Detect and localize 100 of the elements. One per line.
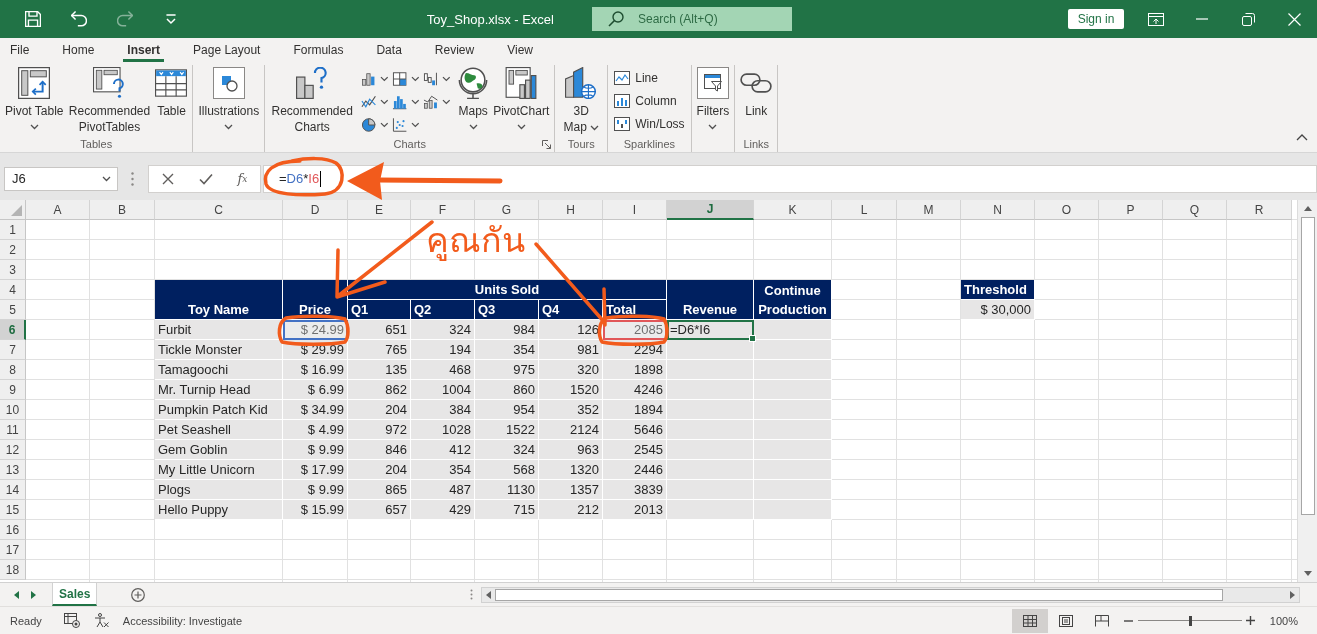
search-field[interactable]: Search (Alt+Q) xyxy=(592,7,792,31)
fill-handle[interactable] xyxy=(749,335,756,342)
table-cell: $ 6.99 xyxy=(283,380,348,400)
menu-tab[interactable]: Formulas xyxy=(289,40,348,62)
win-loss-sparkline-icon xyxy=(614,117,631,131)
triangle-up-icon[interactable] xyxy=(1303,206,1312,211)
line-sparkline-button[interactable]: Line xyxy=(611,67,688,89)
formula-field[interactable]: =D6*I6 xyxy=(263,164,1317,193)
active-cell[interactable]: =D6*I6 xyxy=(667,320,754,340)
col-header[interactable]: A xyxy=(26,200,90,220)
table-cell: Plogs xyxy=(155,480,283,500)
bar-sparkline-button[interactable]: Column xyxy=(611,90,688,112)
triangle-left-icon[interactable] xyxy=(486,590,491,599)
handwritten-note: คูณกัน xyxy=(426,221,525,259)
row-header[interactable]: 11 xyxy=(0,420,26,440)
col-header[interactable]: K xyxy=(754,200,832,220)
table-cell: 354 xyxy=(475,340,539,360)
row-header[interactable]: 4 xyxy=(0,280,26,300)
filters-button[interactable]: Filters xyxy=(694,65,732,130)
maps-button[interactable]: Maps xyxy=(455,65,492,130)
row-header[interactable]: 9 xyxy=(0,380,26,400)
col-header[interactable]: I xyxy=(603,200,667,220)
row-header[interactable]: 3 xyxy=(0,260,26,280)
new-sheet-button[interactable] xyxy=(131,587,146,602)
zoom-slider-thumb[interactable] xyxy=(1188,615,1192,626)
menu-tab[interactable]: Home xyxy=(58,40,99,62)
row-header[interactable]: 6 xyxy=(0,320,26,340)
grip-icon[interactable] xyxy=(470,589,473,600)
col-header[interactable]: P xyxy=(1099,200,1163,220)
pie-chart-icon xyxy=(361,117,377,133)
scatter-chart-icon xyxy=(392,117,408,133)
pivot-table-button[interactable]: Pivot Table xyxy=(3,65,66,130)
row-header[interactable]: 7 xyxy=(0,340,26,360)
menu-tab[interactable]: File xyxy=(6,40,34,62)
menu-tab[interactable]: Page Layout xyxy=(189,40,265,62)
vertical-scrollbar[interactable] xyxy=(1297,200,1317,582)
col-header[interactable]: Q xyxy=(1163,200,1227,220)
row-header[interactable]: 16 xyxy=(0,520,26,540)
caret-icon xyxy=(410,122,420,128)
col-header[interactable]: C xyxy=(155,200,283,220)
table-header: Revenue xyxy=(667,280,754,320)
table-button[interactable]: Table xyxy=(153,65,190,119)
row-header[interactable]: 14 xyxy=(0,480,26,500)
minus-icon xyxy=(1124,619,1134,622)
triangle-right-icon[interactable] xyxy=(1290,590,1295,599)
col-header[interactable]: L xyxy=(832,200,897,220)
row-header[interactable]: 13 xyxy=(0,460,26,480)
win-loss-sparkline-button[interactable]: Win/Loss xyxy=(611,113,688,135)
map-3d-button[interactable]: 3D Map xyxy=(558,65,605,135)
row-header[interactable]: 18 xyxy=(0,560,26,580)
dialog-launcher-icon[interactable] xyxy=(542,139,552,149)
col-header[interactable]: J xyxy=(667,200,754,220)
col-header[interactable]: F xyxy=(411,200,475,220)
menu-tab[interactable]: Insert xyxy=(123,40,165,62)
recommended-pivottables-button[interactable]: Recommended PivotTables xyxy=(65,65,154,135)
col-header[interactable]: H xyxy=(539,200,603,220)
table-cell: 429 xyxy=(411,500,475,520)
zoom-level-button[interactable]: 100% xyxy=(1269,614,1298,627)
row-header[interactable]: 15 xyxy=(0,500,26,520)
accessibility-status-button[interactable]: Accessibility: Investigate xyxy=(122,614,242,627)
col-header[interactable]: E xyxy=(348,200,411,220)
search-icon xyxy=(608,11,624,27)
col-header[interactable]: B xyxy=(90,200,155,220)
horizontal-scrollbar[interactable] xyxy=(481,586,1300,603)
col-header[interactable]: R xyxy=(1227,200,1292,220)
col-header[interactable]: N xyxy=(961,200,1035,220)
recommended-charts-button[interactable]: Recommended Charts xyxy=(268,65,357,135)
name-box[interactable]: J6 xyxy=(4,166,118,191)
table-cell: 1357 xyxy=(539,480,603,500)
col-header[interactable]: M xyxy=(897,200,961,220)
table-cell: 194 xyxy=(411,340,475,360)
accessibility-icon[interactable] xyxy=(93,613,109,628)
row-header[interactable]: 8 xyxy=(0,360,26,380)
treemap-chart-icon xyxy=(392,71,408,87)
normal-view-button[interactable] xyxy=(1011,608,1048,633)
sheet-record-icon[interactable] xyxy=(63,613,80,628)
link-button[interactable]: Link xyxy=(738,65,775,119)
row-header[interactable]: 12 xyxy=(0,440,26,460)
triangle-down-icon[interactable] xyxy=(1303,571,1312,576)
row-header[interactable]: 1 xyxy=(0,220,26,240)
row-header[interactable]: 17 xyxy=(0,540,26,560)
menu-tab[interactable]: Data xyxy=(372,40,406,62)
col-header[interactable]: O xyxy=(1035,200,1099,220)
illustrations-button[interactable]: Illustrations xyxy=(196,65,262,130)
menu-tab[interactable]: Review xyxy=(430,40,479,62)
table-cell: 963 xyxy=(539,440,603,460)
menu-tab[interactable]: View xyxy=(503,40,537,62)
row-header[interactable]: 5 xyxy=(0,300,26,320)
minimize-icon xyxy=(1196,18,1208,20)
sign-in-button[interactable]: Sign in xyxy=(1068,9,1124,29)
table-cell: Gem Goblin xyxy=(155,440,283,460)
col-header[interactable]: G xyxy=(475,200,539,220)
col-header[interactable]: D xyxy=(283,200,348,220)
table-cell: 4246 xyxy=(603,380,667,400)
row-header[interactable]: 10 xyxy=(0,400,26,420)
sheet-tab[interactable]: Sales xyxy=(52,583,98,606)
scrollbar-thumb[interactable] xyxy=(1300,217,1315,515)
pivotchart-button[interactable]: PivotChart xyxy=(491,65,552,130)
scrollbar-thumb[interactable] xyxy=(495,588,1223,601)
row-header[interactable]: 2 xyxy=(0,240,26,260)
